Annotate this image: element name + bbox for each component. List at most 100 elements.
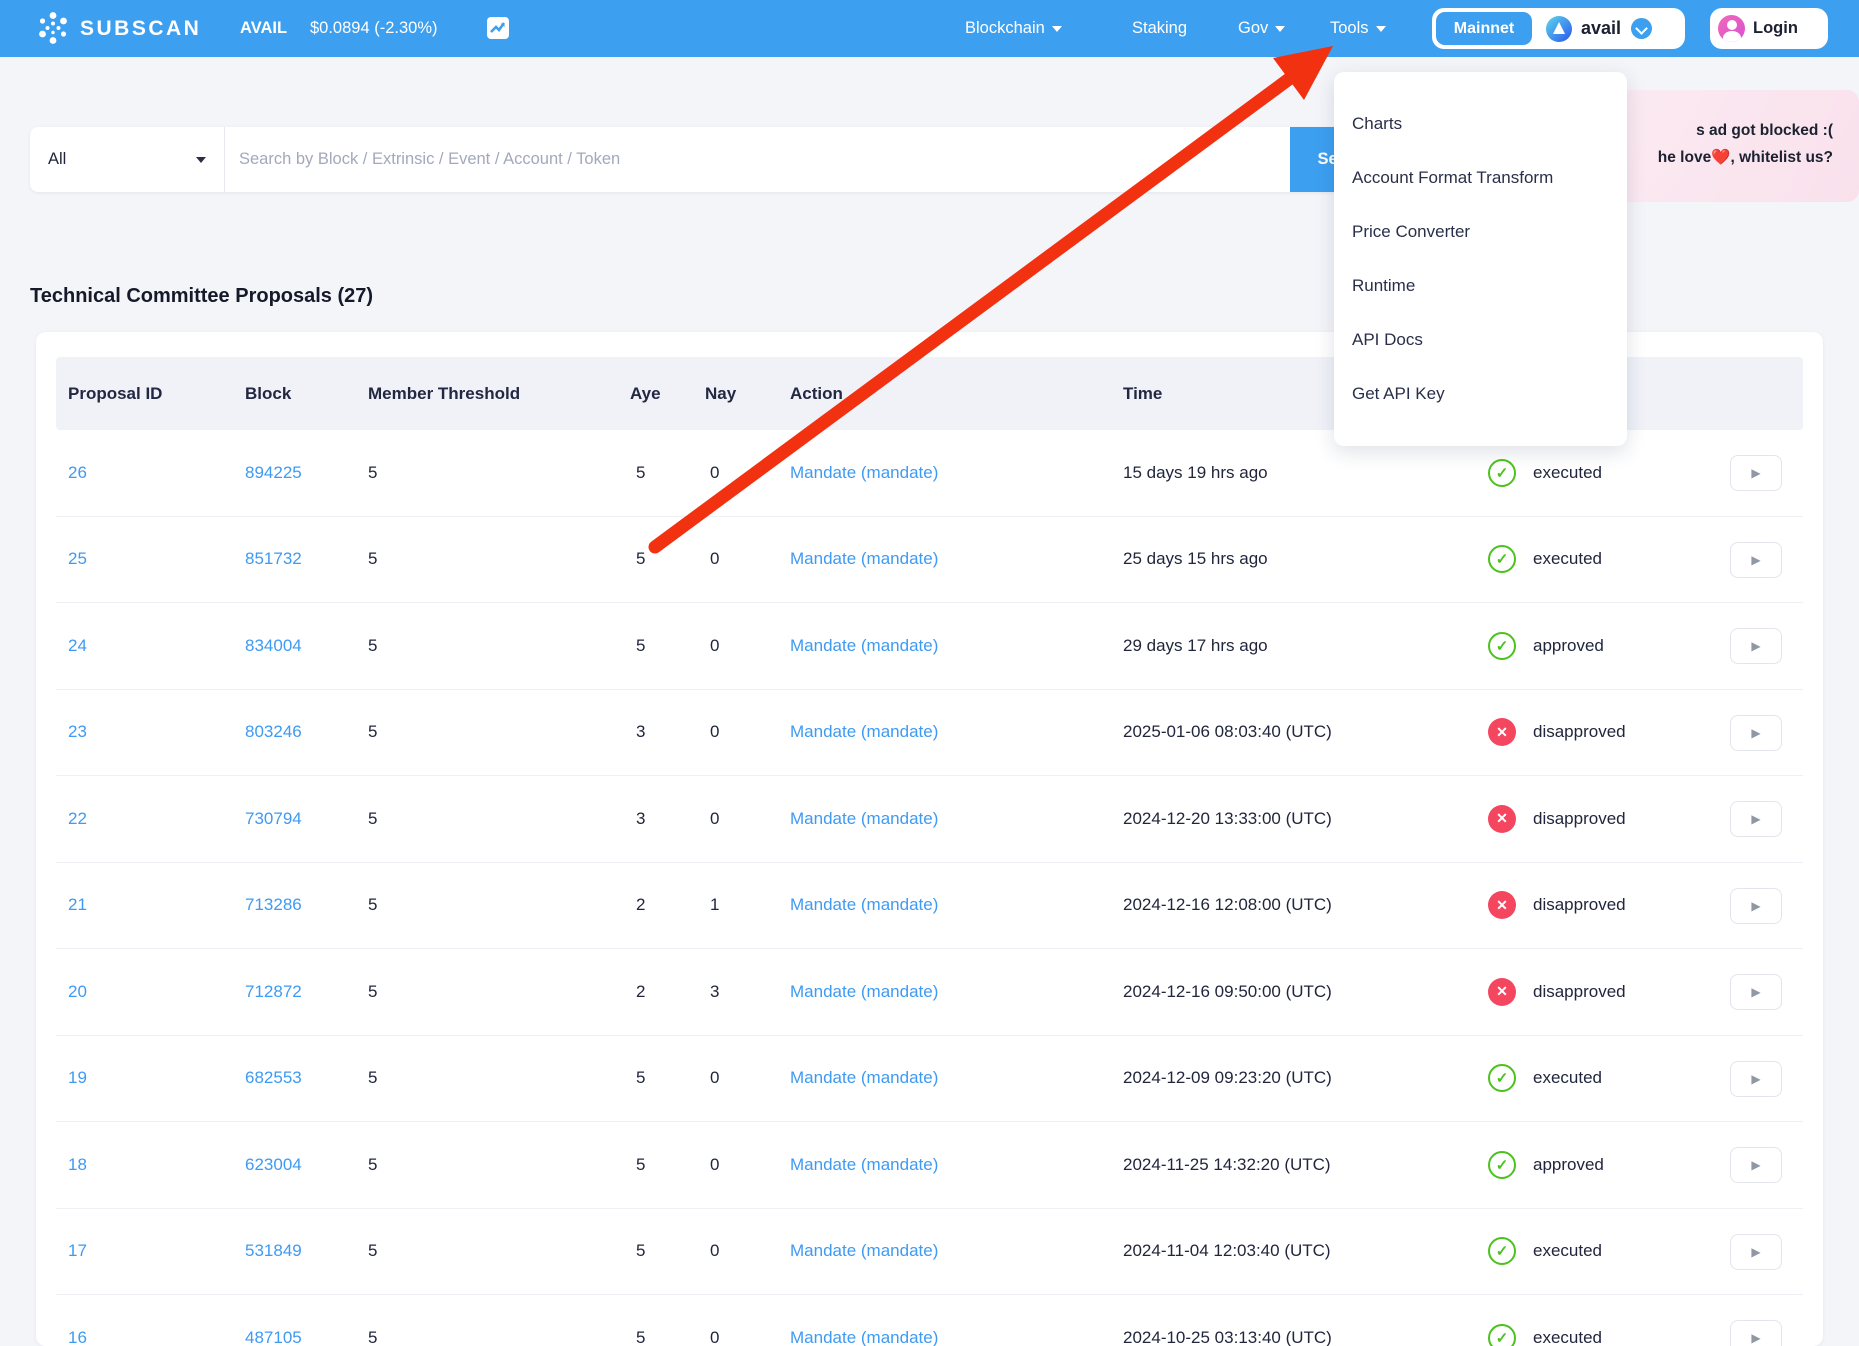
aye-count: 5 <box>636 1155 645 1175</box>
time-value: 25 days 15 hrs ago <box>1123 549 1268 569</box>
proposal-id-link[interactable]: 20 <box>68 982 87 1002</box>
mainnet-button[interactable]: Mainnet <box>1436 12 1532 45</box>
proposal-id-link[interactable]: 18 <box>68 1155 87 1175</box>
proposal-id-link[interactable]: 24 <box>68 636 87 656</box>
subscan-logo-icon[interactable] <box>36 11 70 45</box>
nav-gov[interactable]: Gov <box>1238 0 1285 57</box>
status-icon: ✕ <box>1488 978 1516 1006</box>
status-label: approved <box>1533 1155 1604 1175</box>
brand-name[interactable]: SUBSCAN <box>80 0 201 57</box>
table-row: 20 712872 5 2 3 Mandate (mandate) 2024-1… <box>56 949 1803 1036</box>
proposal-id-link[interactable]: 26 <box>68 463 87 483</box>
action-link[interactable]: Mandate (mandate) <box>790 463 938 483</box>
proposal-id-link[interactable]: 23 <box>68 722 87 742</box>
status-badge: ✓ executed <box>1488 1064 1602 1092</box>
nay-count: 3 <box>710 982 719 1002</box>
token-price: $0.0894 (-2.30%) <box>310 0 438 57</box>
menu-item-charts[interactable]: Charts <box>1334 97 1627 151</box>
search-input[interactable] <box>225 127 1290 192</box>
page-title: Technical Committee Proposals (27) <box>30 285 373 308</box>
row-detail-button[interactable]: ▶ <box>1730 1234 1782 1270</box>
member-threshold-value: 5 <box>368 982 377 1002</box>
block-link[interactable]: 851732 <box>245 549 302 569</box>
status-icon: ✓ <box>1488 545 1516 573</box>
search-filter-select[interactable]: All <box>30 127 225 192</box>
status-icon: ✓ <box>1488 1064 1516 1092</box>
block-link[interactable]: 531849 <box>245 1241 302 1261</box>
block-link[interactable]: 834004 <box>245 636 302 656</box>
status-badge: ✓ approved <box>1488 1151 1604 1179</box>
tools-dropdown-menu: Charts Account Format Transform Price Co… <box>1334 72 1627 446</box>
row-detail-button[interactable]: ▶ <box>1730 542 1782 578</box>
time-value: 2024-11-25 14:32:20 (UTC) <box>1123 1155 1331 1175</box>
status-icon: ✓ <box>1488 632 1516 660</box>
block-link[interactable]: 712872 <box>245 982 302 1002</box>
action-link[interactable]: Mandate (mandate) <box>790 1241 938 1261</box>
nav-staking[interactable]: Staking <box>1132 0 1187 57</box>
nay-count: 0 <box>710 1328 719 1346</box>
row-detail-button[interactable]: ▶ <box>1730 801 1782 837</box>
proposal-id-link[interactable]: 22 <box>68 809 87 829</box>
proposal-id-link[interactable]: 25 <box>68 549 87 569</box>
member-threshold-value: 5 <box>368 1241 377 1261</box>
proposal-id-link[interactable]: 17 <box>68 1241 87 1261</box>
proposals-card: Proposal ID Block Member Threshold Aye N… <box>36 332 1823 1346</box>
proposal-id-link[interactable]: 21 <box>68 895 87 915</box>
row-detail-button[interactable]: ▶ <box>1730 628 1782 664</box>
block-link[interactable]: 894225 <box>245 463 302 483</box>
nav-blockchain[interactable]: Blockchain <box>965 0 1062 57</box>
login-button[interactable]: Login <box>1710 8 1828 49</box>
status-label: disapproved <box>1533 809 1626 829</box>
member-threshold-value: 5 <box>368 895 377 915</box>
table-body: 26 894225 5 5 0 Mandate (mandate) 15 day… <box>56 430 1803 1346</box>
table-row: 25 851732 5 5 0 Mandate (mandate) 25 day… <box>56 517 1803 604</box>
proposal-id-link[interactable]: 19 <box>68 1068 87 1088</box>
proposal-id-link[interactable]: 16 <box>68 1328 87 1346</box>
menu-item-runtime[interactable]: Runtime <box>1334 259 1627 313</box>
status-badge: ✓ executed <box>1488 1324 1602 1346</box>
price-chart-icon[interactable] <box>487 17 509 39</box>
block-link[interactable]: 730794 <box>245 809 302 829</box>
action-link[interactable]: Mandate (mandate) <box>790 809 938 829</box>
action-link[interactable]: Mandate (mandate) <box>790 549 938 569</box>
status-icon: ✓ <box>1488 459 1516 487</box>
row-detail-button[interactable]: ▶ <box>1730 888 1782 924</box>
row-detail-button[interactable]: ▶ <box>1730 1320 1782 1346</box>
action-link[interactable]: Mandate (mandate) <box>790 636 938 656</box>
header-time: Time <box>1123 357 1162 430</box>
block-link[interactable]: 487105 <box>245 1328 302 1346</box>
block-link[interactable]: 713286 <box>245 895 302 915</box>
row-detail-button[interactable]: ▶ <box>1730 1061 1782 1097</box>
row-detail-button[interactable]: ▶ <box>1730 974 1782 1010</box>
row-detail-button[interactable]: ▶ <box>1730 715 1782 751</box>
action-link[interactable]: Mandate (mandate) <box>790 1155 938 1175</box>
menu-item-api-docs[interactable]: API Docs <box>1334 313 1627 367</box>
action-link[interactable]: Mandate (mandate) <box>790 1328 938 1346</box>
block-link[interactable]: 623004 <box>245 1155 302 1175</box>
block-link[interactable]: 803246 <box>245 722 302 742</box>
action-link[interactable]: Mandate (mandate) <box>790 895 938 915</box>
block-link[interactable]: 682553 <box>245 1068 302 1088</box>
action-link[interactable]: Mandate (mandate) <box>790 1068 938 1088</box>
table-row: 23 803246 5 3 0 Mandate (mandate) 2025-0… <box>56 690 1803 777</box>
aye-count: 5 <box>636 636 645 656</box>
chevron-down-icon <box>1275 26 1285 32</box>
network-name: avail <box>1581 18 1621 39</box>
member-threshold-value: 5 <box>368 1068 377 1088</box>
search-bar: All Search <box>30 127 1400 192</box>
menu-item-account-format-transform[interactable]: Account Format Transform <box>1334 151 1627 205</box>
row-detail-button[interactable]: ▶ <box>1730 1147 1782 1183</box>
nay-count: 0 <box>710 809 719 829</box>
network-chevron-icon[interactable] <box>1631 18 1652 39</box>
header-aye: Aye <box>630 357 661 430</box>
action-link[interactable]: Mandate (mandate) <box>790 722 938 742</box>
menu-item-get-api-key[interactable]: Get API Key <box>1334 367 1627 421</box>
status-icon: ✓ <box>1488 1237 1516 1265</box>
aye-count: 5 <box>636 549 645 569</box>
time-value: 2024-11-04 12:03:40 (UTC) <box>1123 1241 1331 1261</box>
menu-item-price-converter[interactable]: Price Converter <box>1334 205 1627 259</box>
row-detail-button[interactable]: ▶ <box>1730 455 1782 491</box>
user-avatar-icon <box>1718 15 1745 42</box>
nav-tools[interactable]: Tools <box>1330 0 1386 57</box>
action-link[interactable]: Mandate (mandate) <box>790 982 938 1002</box>
